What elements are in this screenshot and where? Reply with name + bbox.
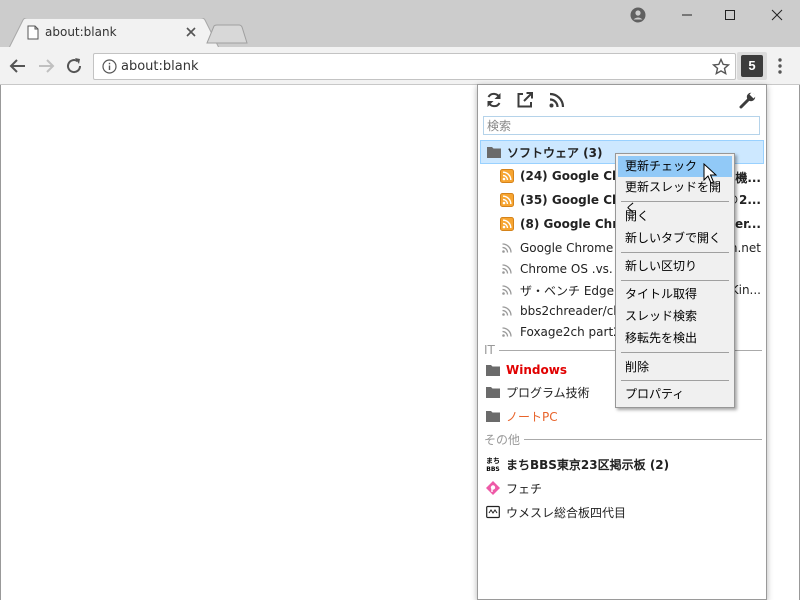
- board-label: ウメスレ総合板四代目: [506, 505, 627, 520]
- section-separator-other: その他: [484, 432, 762, 447]
- forward-button[interactable]: [36, 56, 56, 76]
- context-menu: 更新チェック 更新スレッドを開く 開く 新しいタブで開く 新しい区切り タイトル…: [615, 153, 735, 408]
- close-icon: [771, 9, 783, 21]
- browser-toolbar: about:blank 5: [0, 47, 800, 85]
- open-external-icon[interactable]: [516, 91, 534, 109]
- rss-icon[interactable]: [548, 91, 566, 109]
- board-umesure[interactable]: ウメスレ総合板四代目: [480, 500, 764, 524]
- new-tab-button[interactable]: [206, 24, 248, 44]
- folder-icon: [486, 385, 500, 399]
- minimize-icon: [682, 14, 692, 16]
- kebab-menu-icon[interactable]: [776, 56, 784, 76]
- maximize-icon: [725, 10, 735, 20]
- tab-title: about:blank: [45, 25, 117, 39]
- rss-feed-small-icon: [500, 304, 514, 318]
- page-icon: [27, 25, 39, 40]
- section-label: IT: [484, 343, 495, 357]
- feed-title-tail: Kin...: [730, 283, 761, 297]
- feed-title-tail: 機...: [735, 171, 761, 185]
- machi-bbs-icon: まち BBS: [486, 456, 500, 472]
- rss-feed-icon: [500, 193, 514, 207]
- folder-label: ノートPC: [506, 409, 558, 424]
- folder-icon: [486, 409, 500, 423]
- svg-text:まち: まち: [486, 456, 500, 465]
- info-icon[interactable]: [102, 59, 117, 74]
- search-input[interactable]: [483, 116, 760, 135]
- board-icon: [486, 505, 500, 519]
- menu-separator: [621, 352, 729, 353]
- title-bar: about:blank: [0, 0, 800, 48]
- reload-button[interactable]: [64, 56, 84, 76]
- url-text[interactable]: about:blank: [121, 59, 199, 74]
- rss-feed-icon: [500, 169, 514, 183]
- pink-diamond-icon: [486, 481, 500, 495]
- profile-icon[interactable]: [630, 7, 646, 23]
- menu-item-open[interactable]: 開く: [618, 206, 732, 227]
- menu-separator: [621, 380, 729, 381]
- menu-separator: [621, 280, 729, 281]
- menu-separator: [621, 201, 729, 202]
- bookmark-star-icon[interactable]: [712, 58, 730, 76]
- mouse-cursor-icon: [703, 163, 717, 184]
- board-fetish[interactable]: フェチ: [480, 476, 764, 500]
- wrench-icon[interactable]: [739, 91, 757, 109]
- board-label: フェチ: [506, 481, 543, 496]
- refresh-icon[interactable]: [485, 91, 503, 109]
- back-button[interactable]: [8, 56, 28, 76]
- rss-feed-small-icon: [500, 283, 514, 297]
- menu-item-open-new-tab[interactable]: 新しいタブで開く: [618, 228, 732, 249]
- address-bar[interactable]: about:blank: [93, 53, 736, 80]
- minimize-button[interactable]: [664, 0, 710, 30]
- rss-feed-icon: [500, 217, 514, 231]
- menu-item-new-separator[interactable]: 新しい区切り: [618, 256, 732, 277]
- extension-badge-icon[interactable]: 5: [741, 55, 763, 77]
- rss-feed-small-icon: [500, 325, 514, 339]
- menu-item-delete[interactable]: 削除: [618, 357, 732, 378]
- menu-item-properties[interactable]: プロパティ: [618, 384, 732, 405]
- board-machi-bbs[interactable]: まち BBS まちBBS東京23区掲示板 (2): [480, 452, 764, 476]
- folder-icon: [487, 145, 501, 159]
- menu-item-get-title[interactable]: タイトル取得: [618, 284, 732, 305]
- maximize-button[interactable]: [707, 0, 753, 30]
- window-close-button[interactable]: [754, 0, 800, 30]
- menu-item-thread-search[interactable]: スレッド検索: [618, 306, 732, 327]
- rss-feed-small-icon: [500, 241, 514, 255]
- close-tab-icon[interactable]: [183, 24, 199, 40]
- board-label: まちBBS東京23区掲示板 (2): [506, 457, 670, 472]
- rss-feed-small-icon: [500, 262, 514, 276]
- menu-separator: [621, 252, 729, 253]
- svg-text:BBS: BBS: [486, 466, 499, 472]
- menu-item-detect-move[interactable]: 移転先を検出: [618, 328, 732, 349]
- section-label: その他: [484, 432, 521, 447]
- folder-icon: [486, 363, 500, 377]
- tab-about-blank[interactable]: about:blank: [9, 18, 219, 48]
